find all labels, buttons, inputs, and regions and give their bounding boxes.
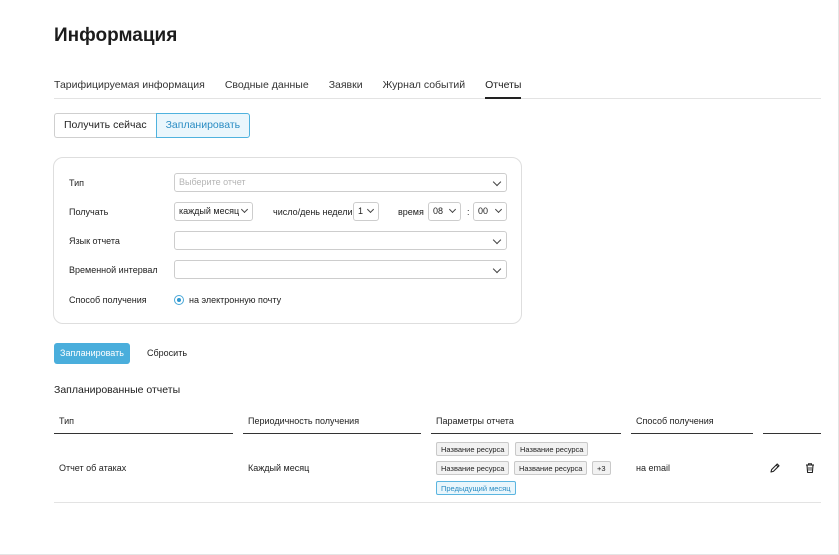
tab-bar: Тарифицируемая информация Сводные данные… <box>54 78 821 99</box>
day-select[interactable]: 1 <box>353 202 379 221</box>
tab-billing[interactable]: Тарифицируемая информация <box>54 78 205 99</box>
language-label: Язык отчета <box>69 236 120 246</box>
day-value: 1 <box>358 206 364 216</box>
type-label: Тип <box>69 178 85 188</box>
report-type-select[interactable]: Выберите отчет <box>174 173 507 192</box>
interval-tag: Предыдущий месяц <box>436 481 516 495</box>
schedule-mode-button[interactable]: Запланировать <box>155 113 251 138</box>
trash-icon[interactable] <box>804 462 816 474</box>
row-delivery: на email <box>636 463 670 473</box>
chevron-down-icon <box>494 205 503 214</box>
hour-value: 08 <box>433 206 444 216</box>
minute-select[interactable]: 00 <box>473 202 507 221</box>
interval-label: Временной интервал <box>69 265 158 275</box>
param-chip: Название ресурса <box>514 461 588 475</box>
mode-switch: Получить сейчас Запланировать <box>54 113 251 138</box>
schedule-submit-button[interactable]: Запланировать <box>54 343 130 364</box>
chevron-down-icon <box>492 177 502 187</box>
column-header-type: Тип <box>54 414 233 434</box>
reset-button[interactable]: Сбросить <box>147 348 187 358</box>
param-chip: Название ресурса <box>436 442 510 456</box>
delivery-label: Способ получения <box>69 295 147 305</box>
column-header-delivery: Способ получения <box>631 414 753 434</box>
column-header-actions <box>763 414 821 434</box>
day-label: число/день недели <box>273 207 353 217</box>
schedule-form: Тип Выберите отчет Получать каждый месяц… <box>53 157 522 324</box>
more-params-chip[interactable]: +3 <box>592 461 611 475</box>
hour-select[interactable]: 08 <box>428 202 461 221</box>
email-delivery-option[interactable]: на электронную почту <box>189 295 281 305</box>
tab-reports[interactable]: Отчеты <box>485 78 522 99</box>
row-type: Отчет об атаках <box>59 463 127 473</box>
chevron-down-icon <box>448 205 457 214</box>
scheduled-reports-title: Запланированные отчеты <box>54 384 181 396</box>
time-label: время <box>398 207 424 217</box>
param-chip: Название ресурса <box>436 461 510 475</box>
frequency-value: каждый месяц <box>179 206 240 216</box>
page-title: Информация <box>54 25 178 46</box>
receive-label: Получать <box>69 207 109 217</box>
row-period: Каждый месяц <box>248 463 310 473</box>
chevron-down-icon <box>240 205 249 214</box>
chevron-down-icon <box>366 205 375 214</box>
column-header-params: Параметры отчета <box>431 414 621 434</box>
interval-select[interactable] <box>174 260 507 279</box>
minute-value: 00 <box>478 206 489 216</box>
column-header-period: Периодичность получения <box>243 414 421 434</box>
pencil-icon[interactable] <box>769 462 781 474</box>
chevron-down-icon <box>492 264 502 274</box>
get-now-button[interactable]: Получить сейчас <box>54 113 156 138</box>
email-delivery-radio[interactable] <box>174 295 184 305</box>
param-chip: Название ресурса <box>515 442 589 456</box>
language-select[interactable] <box>174 231 507 250</box>
chevron-down-icon <box>492 235 502 245</box>
report-type-placeholder: Выберите отчет <box>179 177 246 187</box>
time-separator: : <box>467 207 470 217</box>
tab-requests[interactable]: Заявки <box>329 78 363 99</box>
tab-summary[interactable]: Сводные данные <box>225 78 309 99</box>
frequency-select[interactable]: каждый месяц <box>174 202 253 221</box>
tab-event-log[interactable]: Журнал событий <box>383 78 466 99</box>
row-divider <box>54 502 821 503</box>
